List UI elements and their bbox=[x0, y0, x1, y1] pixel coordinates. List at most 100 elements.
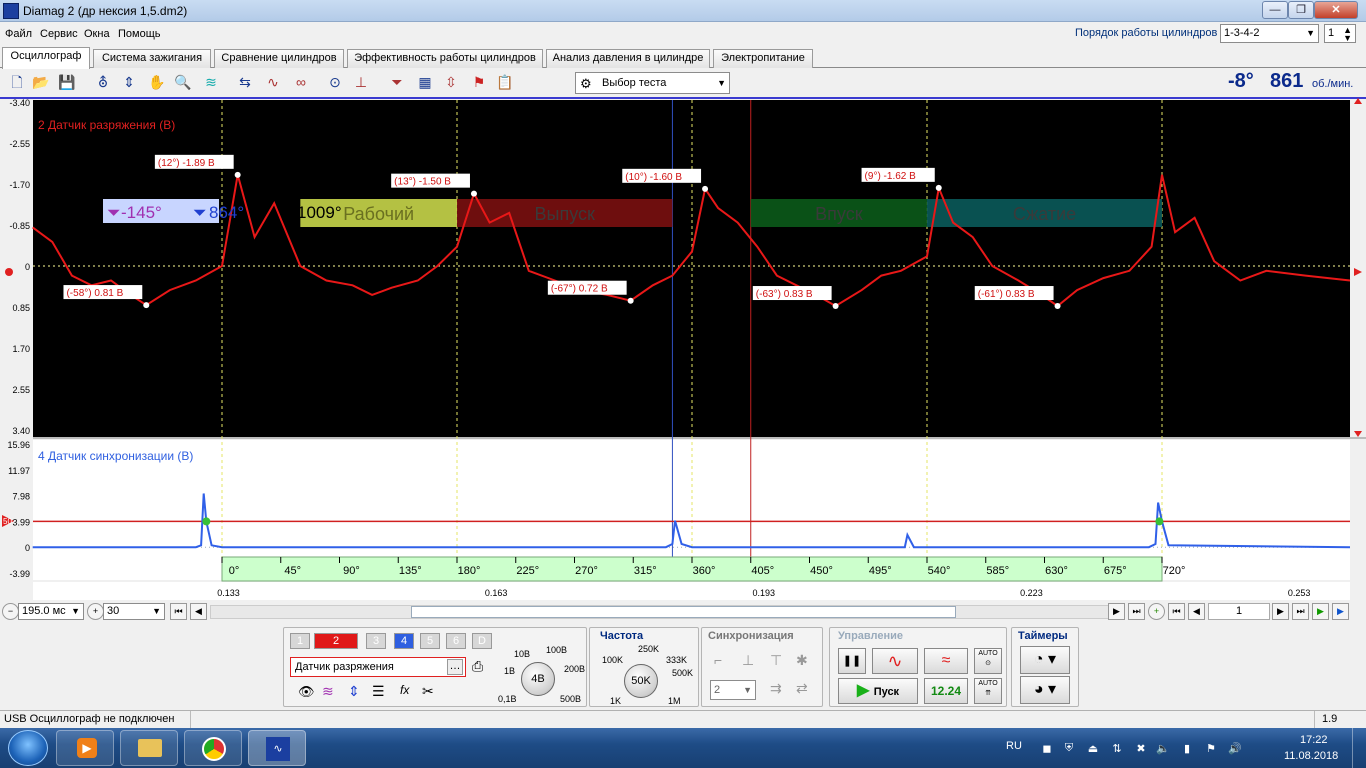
channel-6-button[interactable]: 6 bbox=[446, 633, 466, 649]
first-frame-button[interactable]: ⏮ bbox=[170, 603, 187, 620]
tab-power-supply[interactable]: Электропитание bbox=[713, 49, 813, 68]
signal-filter-icon[interactable]: ≋ bbox=[200, 72, 222, 94]
eye-icon[interactable]: 👁 bbox=[298, 684, 315, 700]
menu-help[interactable]: Помощь bbox=[118, 28, 161, 40]
auto-icon[interactable]: ⊙ bbox=[324, 72, 346, 94]
edge-down-icon[interactable]: ⊤ bbox=[770, 652, 782, 669]
levels-icon[interactable]: ⇳ bbox=[440, 72, 462, 94]
lines-icon[interactable]: ☰ bbox=[372, 683, 385, 700]
tray-device-icon[interactable]: ⏏ bbox=[1086, 742, 1100, 756]
tools-icon[interactable]: ✂ bbox=[422, 683, 434, 700]
notes-icon[interactable]: 📋 bbox=[494, 72, 516, 94]
explorer-task[interactable] bbox=[120, 730, 178, 766]
grid-icon[interactable]: ▦ bbox=[414, 72, 436, 94]
diamag-task[interactable]: ∿ bbox=[248, 730, 306, 766]
last-page-button[interactable]: ⏭ bbox=[1292, 603, 1309, 620]
zoom-in-icon[interactable]: + bbox=[87, 603, 104, 620]
tray-network-icon[interactable]: ⇅ bbox=[1110, 742, 1124, 756]
tray-battery-icon[interactable]: ▮ bbox=[1180, 742, 1194, 756]
zero-level-icon[interactable]: ⊥ bbox=[350, 72, 372, 94]
wave-icon[interactable]: ≋ bbox=[322, 683, 334, 700]
zoom-icon[interactable]: 🔍 bbox=[172, 72, 194, 94]
add-frame-icon[interactable]: + bbox=[1148, 603, 1165, 620]
hand-pan-icon[interactable]: ✋ bbox=[146, 72, 168, 94]
start-button[interactable]: ▶ Пуск bbox=[838, 678, 918, 704]
tray-flag-icon[interactable]: ⚑ bbox=[1204, 742, 1218, 756]
channel-5-button[interactable]: 5 bbox=[420, 633, 440, 649]
play-fast-button[interactable]: ▶ bbox=[1332, 603, 1349, 620]
prev-page-button[interactable]: ◀ bbox=[1188, 603, 1205, 620]
next-page-button[interactable]: ▶ bbox=[1272, 603, 1289, 620]
sync-collapse-icon[interactable]: ⇄ bbox=[796, 680, 808, 697]
new-file-icon[interactable]: 🗋 bbox=[6, 72, 28, 94]
rising-edge-icon[interactable]: ⌐ bbox=[714, 652, 722, 668]
vertical-scale-icon[interactable]: ⇕ bbox=[348, 683, 360, 700]
menu-service[interactable]: Сервис bbox=[40, 28, 78, 40]
horizontal-scrollbar[interactable] bbox=[210, 605, 1110, 619]
timer-start-button[interactable]: ◔ ▾ bbox=[1020, 646, 1070, 674]
scope-mode-icon[interactable]: ⛢ bbox=[92, 72, 114, 94]
compress-icon[interactable]: ⇆ bbox=[234, 72, 256, 94]
zoom-select[interactable]: 30 ▼ bbox=[103, 603, 165, 620]
open-folder-icon[interactable]: 📂 bbox=[30, 72, 52, 94]
first-page-button[interactable]: ⏮ bbox=[1168, 603, 1185, 620]
page-number[interactable]: 1 bbox=[1208, 603, 1270, 620]
zoom-out-icon[interactable]: − bbox=[2, 603, 19, 620]
tab-oscilloscope[interactable]: Осциллограф bbox=[2, 47, 90, 69]
save-icon[interactable]: 💾 bbox=[56, 72, 78, 94]
browse-button[interactable]: … bbox=[447, 659, 463, 675]
frequency-knob[interactable]: 50K bbox=[624, 664, 658, 698]
tab-cylinder-compare[interactable]: Сравнение цилиндров bbox=[214, 49, 344, 68]
minimize-button[interactable]: — bbox=[1262, 1, 1288, 19]
play-button[interactable]: ▶ bbox=[1312, 603, 1329, 620]
show-desktop-button[interactable] bbox=[1352, 728, 1366, 768]
test-select[interactable]: ⚙ Выбор теста ▼ bbox=[575, 72, 730, 94]
menu-windows[interactable]: Окна bbox=[84, 28, 110, 40]
channel-3-button[interactable]: 3 bbox=[366, 633, 386, 649]
tab-cylinder-efficiency[interactable]: Эффективность работы цилиндров bbox=[347, 49, 543, 68]
tray-speaker-icon[interactable]: 🔊 bbox=[1228, 742, 1242, 756]
tray-app-icon[interactable]: ◼ bbox=[1040, 742, 1054, 756]
tray-network-error-icon[interactable]: ✖ bbox=[1134, 742, 1148, 756]
channel-1-button[interactable]: 1 bbox=[290, 633, 310, 649]
menu-file[interactable]: Файл bbox=[5, 28, 32, 40]
start-button[interactable] bbox=[8, 730, 48, 766]
chrome-task[interactable] bbox=[184, 730, 242, 766]
firing-order-select[interactable]: 1-3-4-2 ▼ bbox=[1220, 24, 1319, 43]
flag-icon[interactable]: ⚑ bbox=[468, 72, 490, 94]
language-indicator[interactable]: RU bbox=[1006, 740, 1022, 752]
time-scale-select[interactable]: 195.0 мс ▼ bbox=[18, 603, 84, 620]
prev-frame-button[interactable]: ◀ bbox=[190, 603, 207, 620]
tab-ignition[interactable]: Система зажигания bbox=[93, 49, 211, 68]
cursor-measure-icon[interactable]: ⇕ bbox=[118, 72, 140, 94]
scroll-thumb[interactable] bbox=[411, 606, 956, 618]
pause-button[interactable]: ❚❚ bbox=[838, 648, 866, 674]
loop-waves-icon[interactable]: ∞ bbox=[290, 72, 312, 94]
close-button[interactable]: ✕ bbox=[1314, 1, 1358, 19]
maximize-button[interactable]: ❐ bbox=[1288, 1, 1314, 19]
sensor-field[interactable]: Датчик разряжения… bbox=[290, 657, 466, 677]
tab-cylinder-pressure[interactable]: Анализ давления в цилиндре bbox=[546, 49, 710, 68]
media-player-task[interactable]: ▶ bbox=[56, 730, 114, 766]
noise-mode-button[interactable]: ≈ bbox=[924, 648, 968, 674]
sine-mode-button[interactable]: ∿ bbox=[872, 648, 918, 674]
channel-d-button[interactable]: D bbox=[472, 633, 492, 649]
filter-icon[interactable]: ⏷ bbox=[386, 72, 408, 94]
channel-4-button[interactable]: 4 bbox=[394, 633, 414, 649]
timer-stop-button[interactable]: ◕ ▾ bbox=[1020, 676, 1070, 704]
auto-sync-icon[interactable]: ✱ bbox=[796, 652, 808, 669]
next-frame-button[interactable]: ▶ bbox=[1108, 603, 1125, 620]
volt-knob[interactable]: 4В bbox=[521, 662, 555, 696]
printer-icon[interactable]: ⎙ bbox=[472, 658, 483, 675]
auto-button-top[interactable]: AUTO ⊙ bbox=[974, 648, 1002, 674]
sync-expand-icon[interactable]: ⇉ bbox=[770, 680, 782, 697]
sync-channel-select[interactable]: 2 ▼ bbox=[710, 680, 756, 700]
oscilloscope-display[interactable]: Рабочий Выпуск Впуск Сжатие -3.40 -2.55 -1.70… bbox=[0, 96, 1366, 603]
falling-edge-icon[interactable]: ⊥ bbox=[742, 652, 754, 669]
function-icon[interactable]: fx bbox=[400, 683, 409, 697]
tray-volume-icon[interactable]: 🔈 bbox=[1156, 742, 1170, 756]
channel-2-button[interactable]: 2 bbox=[314, 633, 358, 649]
last-frame-button[interactable]: ⏭ bbox=[1128, 603, 1145, 620]
firing-order-spin[interactable]: 1 ▲ ▼ bbox=[1324, 24, 1356, 43]
auto-button-bottom[interactable]: AUTO ⇈ bbox=[974, 678, 1002, 704]
